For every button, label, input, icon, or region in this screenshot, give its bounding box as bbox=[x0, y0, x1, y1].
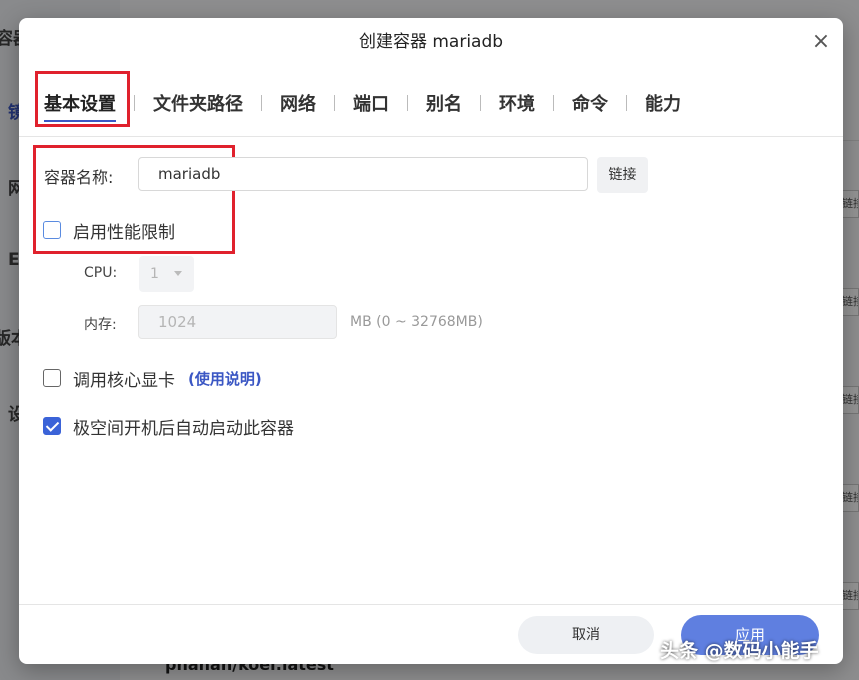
tab-separator bbox=[134, 95, 135, 111]
tab-separator bbox=[407, 95, 408, 111]
tab-ports[interactable]: 端口 bbox=[353, 82, 389, 124]
memory-range-hint: MB (0 ~ 32768MB) bbox=[350, 314, 483, 330]
tab-network[interactable]: 网络 bbox=[280, 82, 316, 124]
perf-limit-label: 启用性能限制 bbox=[73, 223, 175, 243]
highlight-box-tab bbox=[35, 71, 130, 127]
gpu-help-link[interactable]: (使用说明) bbox=[188, 368, 262, 389]
autostart-label: 极空间开机后自动启动此容器 bbox=[73, 419, 294, 439]
chevron-down-icon bbox=[174, 271, 182, 276]
tab-alias[interactable]: 别名 bbox=[426, 82, 462, 124]
create-container-dialog: 创建容器 mariadb × 基本设置 文件夹路径 网络 端口 别名 环境 命令… bbox=[19, 18, 843, 664]
link-button[interactable]: 链接 bbox=[597, 157, 648, 193]
autostart-checkbox[interactable] bbox=[43, 417, 61, 435]
tab-command[interactable]: 命令 bbox=[572, 82, 608, 124]
tab-separator bbox=[553, 95, 554, 111]
perf-limit-checkbox[interactable] bbox=[43, 221, 61, 239]
footer-divider bbox=[19, 604, 843, 605]
tab-separator bbox=[626, 95, 627, 111]
tab-separator bbox=[261, 95, 262, 111]
tab-separator bbox=[334, 95, 335, 111]
tab-capabilities[interactable]: 能力 bbox=[645, 82, 681, 124]
tab-separator bbox=[480, 95, 481, 111]
dialog-title: 创建容器 mariadb bbox=[358, 32, 504, 52]
tab-folder-paths[interactable]: 文件夹路径 bbox=[153, 82, 243, 124]
memory-label: 内存: bbox=[84, 317, 117, 333]
memory-input[interactable]: 1024 bbox=[138, 305, 337, 339]
gpu-label: 调用核心显卡 bbox=[73, 371, 175, 391]
cancel-button[interactable]: 取消 bbox=[518, 616, 654, 654]
cpu-label: CPU: bbox=[84, 265, 118, 281]
cpu-select[interactable]: 1 bbox=[139, 256, 194, 292]
watermark: 头条 @数码小能手 bbox=[660, 640, 819, 662]
gpu-checkbox[interactable] bbox=[43, 369, 61, 387]
container-name-label: 容器名称: bbox=[44, 168, 114, 187]
tab-environment[interactable]: 环境 bbox=[499, 82, 535, 124]
tab-bar: 基本设置 文件夹路径 网络 端口 别名 环境 命令 能力 bbox=[44, 78, 681, 128]
tabs-divider bbox=[19, 136, 843, 137]
container-name-input[interactable]: mariadb bbox=[138, 157, 588, 191]
cpu-value: 1 bbox=[150, 266, 159, 282]
close-icon[interactable]: × bbox=[811, 31, 831, 53]
